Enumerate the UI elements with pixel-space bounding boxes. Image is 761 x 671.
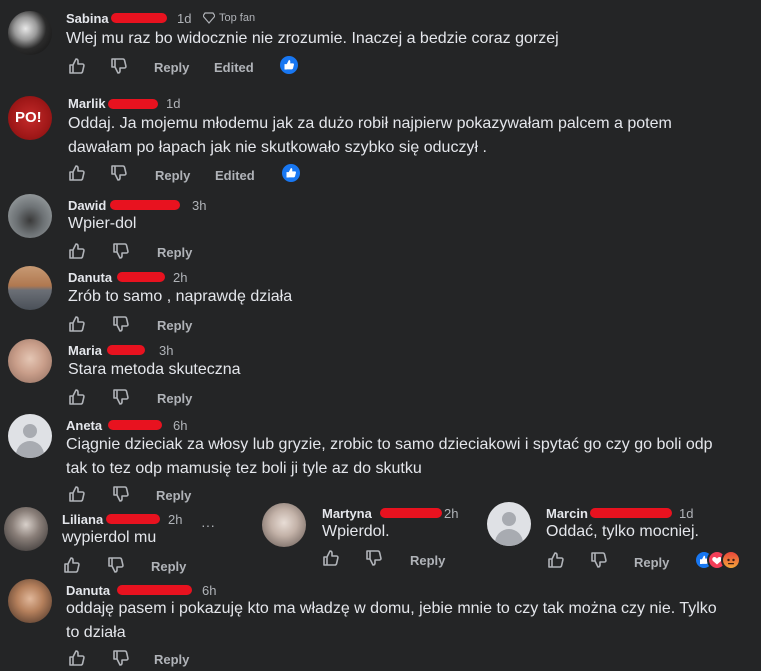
dislike-icon[interactable] <box>111 648 131 668</box>
reply-button[interactable]: Reply <box>634 555 669 570</box>
timestamp[interactable]: 3h <box>159 343 173 358</box>
angry-reaction-icon <box>721 550 741 570</box>
timestamp[interactable]: 3h <box>192 198 206 213</box>
like-icon[interactable] <box>67 484 87 504</box>
avatar[interactable]: PO! <box>8 96 52 140</box>
avatar[interactable] <box>8 11 52 55</box>
redaction-mark <box>106 514 160 524</box>
redaction-mark <box>108 99 158 109</box>
like-icon[interactable] <box>321 548 341 568</box>
commenter-name[interactable]: Dawid <box>68 198 106 213</box>
redaction-mark <box>380 508 442 518</box>
reply-button[interactable]: Reply <box>157 245 192 260</box>
comment-text: Wpier-dol <box>68 215 137 232</box>
comment-text: Ciągnie dzieciak za włosy lub gryzie, zr… <box>66 436 713 477</box>
comment-text: Zrób to samo , naprawdę działa <box>68 288 293 305</box>
commenter-name[interactable]: Martyna <box>322 506 372 521</box>
commenter-name[interactable]: Danuta <box>68 270 112 285</box>
like-icon[interactable] <box>67 241 87 261</box>
redaction-mark <box>117 272 165 282</box>
edited-label: Edited <box>215 168 255 183</box>
like-icon[interactable] <box>546 550 566 570</box>
avatar[interactable] <box>8 339 52 383</box>
comment-text: Wpierdol. <box>322 523 390 540</box>
timestamp[interactable]: 2h <box>173 270 187 285</box>
like-icon[interactable] <box>67 314 87 334</box>
dislike-icon[interactable] <box>106 555 126 575</box>
avatar[interactable] <box>4 507 48 551</box>
comment-text: wypierdol mu <box>62 529 157 546</box>
timestamp[interactable]: 1d <box>177 11 191 26</box>
dislike-icon[interactable] <box>111 484 131 504</box>
dislike-icon[interactable] <box>364 548 384 568</box>
commenter-name[interactable]: Marlik <box>68 96 106 111</box>
dislike-icon[interactable] <box>111 314 131 334</box>
avatar[interactable] <box>262 503 306 547</box>
timestamp[interactable]: 6h <box>173 418 187 433</box>
top-fan-badge: Top fan <box>219 12 256 24</box>
dislike-icon[interactable] <box>589 550 609 570</box>
reply-button[interactable]: Reply <box>156 488 191 503</box>
like-reaction-icon <box>280 162 302 184</box>
reply-button[interactable]: Reply <box>157 391 192 406</box>
commenter-name[interactable]: Maria <box>68 343 102 358</box>
like-reaction-icon <box>278 54 300 76</box>
reply-button[interactable]: Reply <box>155 168 190 183</box>
comment-text: oddaję pasem i pokazuję kto ma władzę w … <box>66 600 717 641</box>
commenter-name[interactable]: Marcin <box>546 506 588 521</box>
timestamp[interactable]: 6h <box>202 583 216 598</box>
reply-button[interactable]: Reply <box>157 318 192 333</box>
redaction-mark <box>108 420 162 430</box>
redaction-mark <box>111 13 167 23</box>
commenter-name[interactable]: Liliana <box>62 512 103 527</box>
more-options-button[interactable]: ··· <box>201 517 215 533</box>
comment-text: Oddać, tylko mocniej. <box>546 523 699 540</box>
commenter-name[interactable]: Sabina <box>66 11 109 26</box>
timestamp[interactable]: 2h <box>444 506 458 521</box>
like-icon[interactable] <box>62 555 82 575</box>
avatar[interactable] <box>8 579 52 623</box>
like-icon[interactable] <box>67 387 87 407</box>
edited-label: Edited <box>214 60 254 75</box>
default-avatar-icon[interactable] <box>487 502 531 546</box>
commenter-name[interactable]: Aneta <box>66 418 102 433</box>
dislike-icon[interactable] <box>109 56 129 76</box>
comment-text: Stara metoda skuteczna <box>68 361 241 378</box>
like-icon[interactable] <box>67 163 87 183</box>
redaction-mark <box>590 508 672 518</box>
timestamp[interactable]: 1d <box>166 96 180 111</box>
avatar-logo-text: PO! <box>15 109 42 126</box>
like-icon[interactable] <box>67 648 87 668</box>
timestamp[interactable]: 1d <box>679 506 693 521</box>
avatar[interactable] <box>8 266 52 310</box>
redaction-mark <box>107 345 145 355</box>
commenter-name[interactable]: Danuta <box>66 583 110 598</box>
like-icon[interactable] <box>67 56 87 76</box>
reply-button[interactable]: Reply <box>154 60 189 75</box>
reply-button[interactable]: Reply <box>410 553 445 568</box>
diamond-icon <box>203 12 215 24</box>
reply-button[interactable]: Reply <box>154 652 189 667</box>
timestamp[interactable]: 2h <box>168 512 182 527</box>
dislike-icon[interactable] <box>109 163 129 183</box>
redaction-mark <box>117 585 192 595</box>
dislike-icon[interactable] <box>111 387 131 407</box>
reply-button[interactable]: Reply <box>151 559 186 574</box>
redaction-mark <box>110 200 180 210</box>
avatar[interactable] <box>8 194 52 238</box>
comment-text: Wlej mu raz bo widocznie nie zrozumie. I… <box>66 30 559 47</box>
dislike-icon[interactable] <box>111 241 131 261</box>
comment-text: Oddaj. Ja mojemu młodemu jak za dużo rob… <box>68 115 672 156</box>
default-avatar-icon[interactable] <box>8 414 52 458</box>
